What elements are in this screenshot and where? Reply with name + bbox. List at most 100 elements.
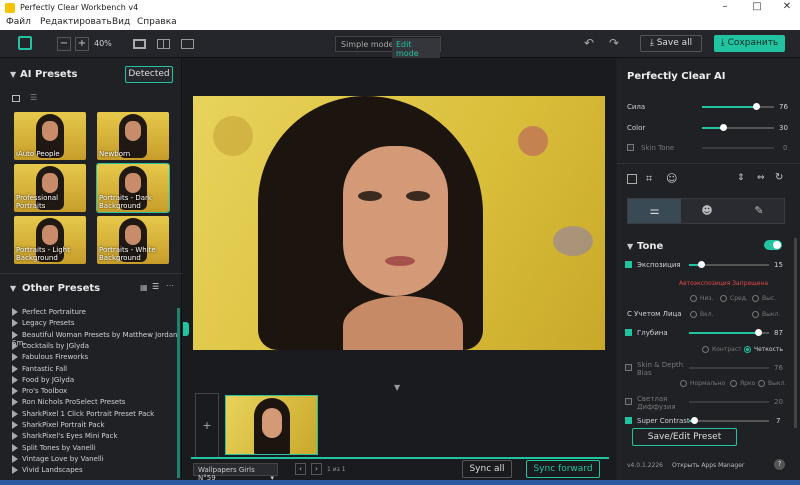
exposure-knob[interactable] [697, 261, 705, 268]
zoom-in-button[interactable]: + [75, 37, 89, 51]
preset-thumb[interactable]: Portraits - Light Background [14, 216, 86, 264]
album-select[interactable]: Wallpapers Girls N°59 ▾ [193, 463, 278, 482]
prev-page-button[interactable]: ‹ [295, 463, 306, 475]
skin-tone-checkbox[interactable] [627, 144, 634, 151]
detected-button[interactable]: Detected [125, 66, 173, 83]
depth-knob[interactable] [755, 329, 763, 336]
grid-view-icon[interactable]: ▦ [140, 283, 148, 292]
split-view-icon[interactable] [157, 39, 170, 49]
color-slider[interactable] [702, 127, 774, 129]
other-preset-item[interactable]: Split Tones by Vanelli [12, 443, 96, 452]
save-all-button[interactable]: ⤓ Save all [640, 35, 702, 52]
preset-thumb[interactable]: Newborn [97, 112, 169, 160]
exposure-mid-radio[interactable] [720, 295, 727, 302]
list-view-icon[interactable]: ☰ [152, 282, 159, 291]
super-contrast-slider[interactable] [689, 420, 769, 422]
other-preset-item[interactable]: Fantastic Fall [12, 364, 67, 373]
other-preset-item[interactable]: Cocktails by JGlyda [12, 341, 89, 350]
more-icon[interactable]: ⋯ [166, 281, 174, 290]
other-preset-item[interactable]: Vintage Love by Vanelli [12, 454, 104, 463]
add-image-button[interactable]: + [195, 393, 219, 458]
strength-knob[interactable] [753, 103, 761, 110]
collapse-tone-icon[interactable]: ▼ [627, 242, 633, 251]
close-icon[interactable]: ✕ [772, 1, 800, 12]
other-preset-item[interactable]: Perfect Portraiture [12, 308, 86, 316]
open-apps-manager-link[interactable]: Открыть Apps Manager [672, 462, 744, 469]
scrollbar[interactable] [794, 238, 797, 428]
rotate-icon[interactable]: ↻ [775, 172, 783, 183]
exposure-checkbox[interactable] [625, 261, 632, 268]
list-view-icon[interactable]: ☰ [30, 93, 37, 102]
face-aware-off-radio[interactable] [752, 311, 759, 318]
face-aware-on-radio[interactable] [690, 311, 697, 318]
other-preset-item[interactable]: SharkPixel Portrait Pack [12, 421, 105, 429]
preset-thumb[interactable]: iAuto People [14, 112, 86, 160]
maximize-icon[interactable]: □ [742, 1, 772, 12]
redo-icon[interactable]: ↷ [609, 36, 619, 50]
super-contrast-label: Super Contrast [637, 417, 690, 425]
undo-icon[interactable]: ↶ [584, 36, 594, 50]
preset-thumb[interactable]: Portraits - White Background [97, 216, 169, 264]
other-preset-item[interactable]: Vivid Landscapes [12, 466, 83, 475]
preset-thumb[interactable]: Professional Portraits [14, 164, 86, 212]
zoom-out-button[interactable]: − [57, 37, 71, 51]
simple-mode-tab[interactable]: Simple mode [341, 40, 394, 49]
left-panel-toggle[interactable] [183, 322, 189, 336]
color-knob[interactable] [720, 124, 728, 131]
exposure-low-radio[interactable] [690, 295, 697, 302]
help-icon[interactable]: ? [774, 459, 785, 470]
menu-help[interactable]: Справка [137, 17, 177, 27]
collapse-ai-presets-icon[interactable]: ▼ [10, 70, 16, 79]
minimize-icon[interactable]: – [710, 1, 740, 12]
exposure-high-radio[interactable] [752, 295, 759, 302]
depth-contrast-radio[interactable] [702, 346, 709, 353]
flip-horizontal-icon[interactable]: ⇔ [757, 173, 765, 183]
face-icon[interactable]: ☺ [666, 172, 677, 185]
bias-bright-radio[interactable] [730, 380, 737, 387]
depth-checkbox[interactable] [625, 329, 632, 336]
skin-depth-slider[interactable] [689, 367, 769, 369]
compare-view-icon[interactable] [181, 39, 194, 49]
bias-normal-radio[interactable] [680, 380, 687, 387]
menu-edit[interactable]: Редактировать [40, 17, 112, 27]
sync-forward-button[interactable]: Sync forward [526, 460, 600, 478]
filmstrip-thumbnail[interactable] [225, 395, 318, 455]
sync-all-button[interactable]: Sync all [462, 460, 512, 478]
other-preset-item[interactable]: SharkPixel's Eyes Mini Pack [12, 432, 118, 441]
other-preset-label: Split Tones by Vanelli [22, 443, 96, 452]
flip-vertical-icon[interactable]: ⇕ [737, 173, 745, 183]
save-button[interactable]: ⤓ Сохранить [714, 35, 785, 52]
light-diffusion-checkbox[interactable] [625, 398, 632, 405]
tab-beautify-icon[interactable]: ✎ [733, 199, 785, 223]
other-preset-item[interactable]: SharkPixel 1 Click Portrait Preset Pack [12, 409, 154, 418]
filmstrip-toggle-icon[interactable]: ▼ [394, 383, 400, 392]
adjust-icon[interactable] [627, 174, 637, 184]
super-contrast-checkbox[interactable] [625, 417, 632, 424]
tab-adjustments-icon[interactable]: ⚌ [628, 199, 681, 223]
preset-thumb-selected[interactable]: Portraits - Dark Background [96, 163, 170, 213]
next-page-button[interactable]: › [311, 463, 322, 475]
scrollbar[interactable] [177, 308, 180, 478]
single-view-icon[interactable] [133, 39, 146, 49]
bias-off-radio[interactable] [758, 380, 765, 387]
menu-view[interactable]: Вид [112, 17, 130, 27]
save-edit-preset-button[interactable]: Save/Edit Preset [632, 428, 737, 446]
skin-depth-checkbox[interactable] [625, 364, 632, 371]
strength-slider[interactable] [702, 106, 774, 108]
other-preset-item[interactable]: Fabulous Fireworks [12, 353, 88, 362]
tone-toggle[interactable] [764, 240, 782, 250]
other-preset-item[interactable]: Legacy Presets [12, 319, 75, 328]
other-preset-item[interactable]: Pro's Toolbox [12, 387, 67, 396]
skin-tone-slider[interactable] [702, 147, 774, 149]
super-contrast-knob[interactable] [691, 417, 699, 424]
depth-clarity-radio[interactable] [744, 346, 751, 353]
other-preset-item[interactable]: Ron Nichols ProSelect Presets [12, 398, 125, 407]
other-preset-item[interactable]: Food by JGlyda [12, 375, 74, 384]
tab-face-icon[interactable]: ☻ [681, 199, 733, 223]
crop-icon[interactable]: ⌗ [646, 172, 652, 186]
light-diffusion-slider[interactable] [689, 401, 769, 403]
grid-view-icon[interactable] [12, 95, 20, 102]
edit-mode-tab[interactable]: Edit mode [392, 38, 440, 60]
collapse-other-presets-icon[interactable]: ▼ [10, 284, 16, 293]
menu-file[interactable]: Файл [6, 17, 31, 27]
